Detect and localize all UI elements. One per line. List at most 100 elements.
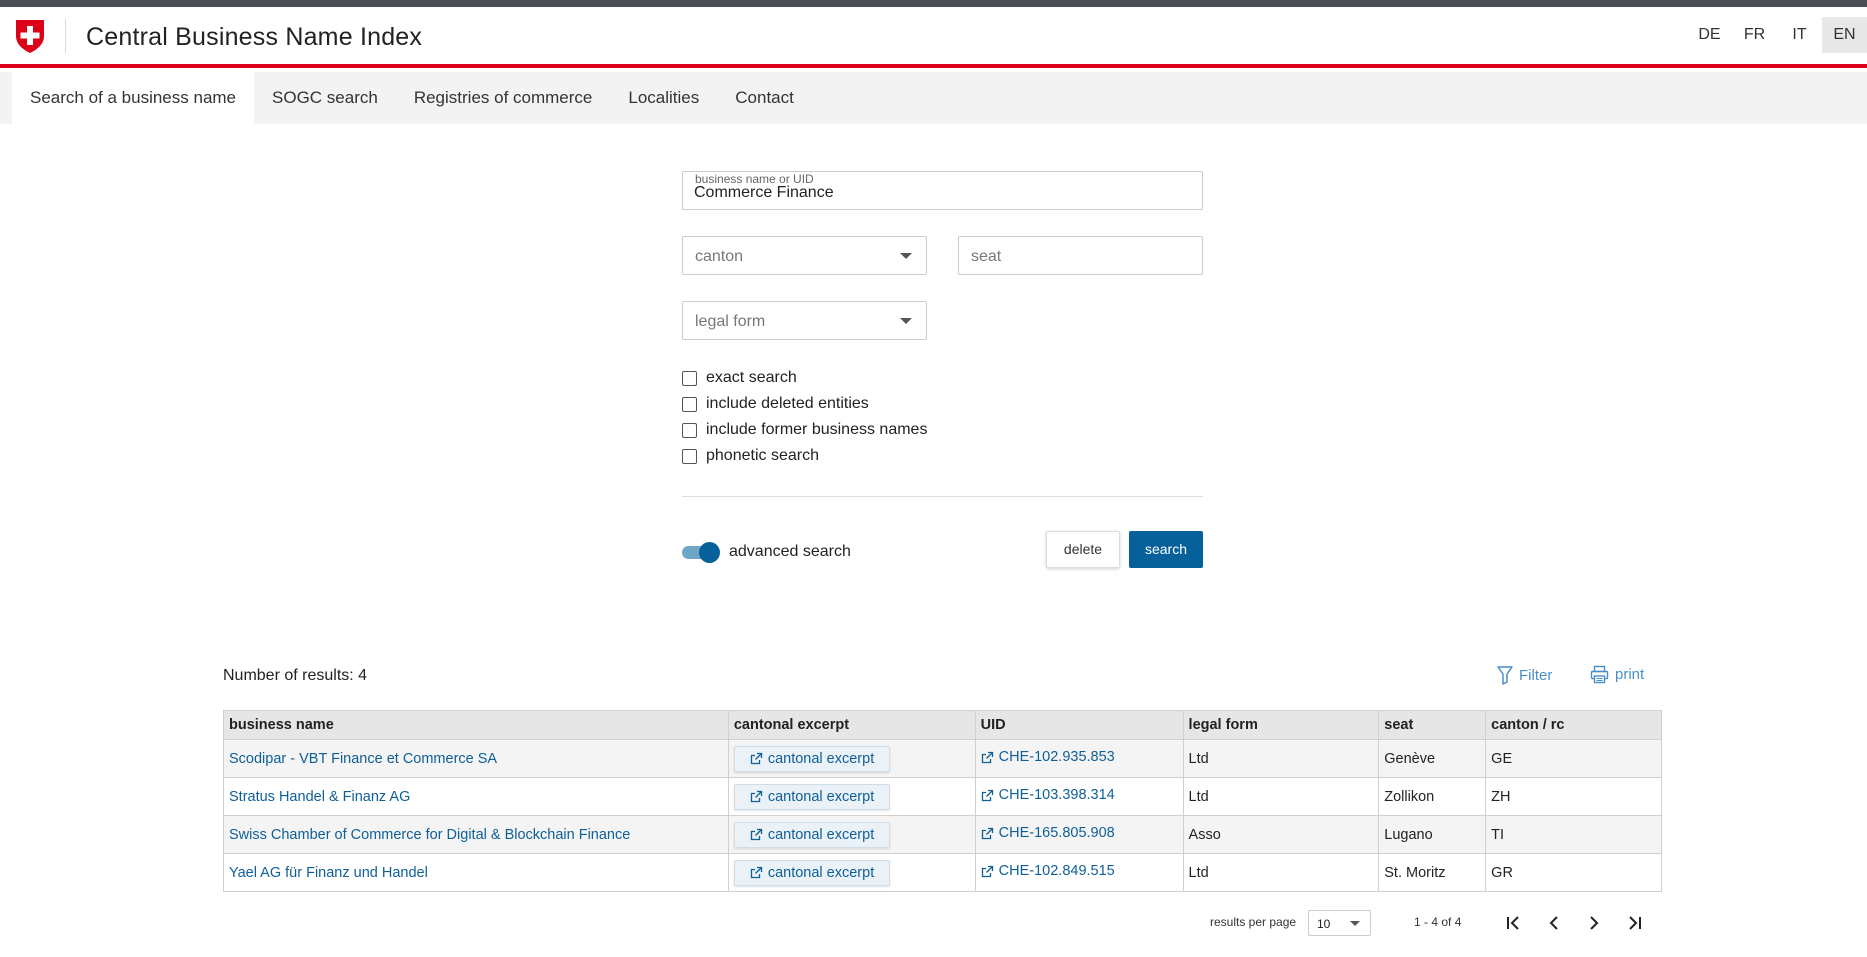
column-header[interactable]: legal form	[1182, 710, 1380, 740]
language-en[interactable]: EN	[1822, 17, 1867, 53]
printer-icon	[1590, 665, 1609, 684]
table-header-row: business name cantonal excerpt UID legal fo…	[223, 710, 1662, 740]
main-nav: Search of a business name SOGC search Regi…	[0, 72, 1867, 124]
cell-canton: GE	[1485, 739, 1662, 778]
business-name-field[interactable]: business name or UID	[682, 171, 1203, 210]
column-header[interactable]: seat	[1378, 710, 1487, 740]
cantonal-excerpt-button[interactable]: cantonal excerpt	[733, 745, 891, 772]
last-page-button[interactable]	[1621, 910, 1647, 936]
result-count: Number of results: 4	[223, 667, 368, 684]
cell-uid: CHE-165.805.908	[974, 815, 1184, 854]
results-per-page-label: results per page	[1210, 915, 1297, 929]
advanced-search-toggle[interactable]: advanced search	[682, 542, 851, 563]
checkbox[interactable]	[682, 396, 697, 412]
uid-link[interactable]: CHE-103.398.314	[981, 787, 1115, 803]
option-include-deleted-entities[interactable]: include deleted entities	[682, 391, 927, 417]
first-page-icon	[1507, 916, 1519, 930]
first-page-button[interactable]	[1501, 910, 1527, 936]
table-row: Scodipar - VBT Finance et Commerce SA can…	[223, 739, 1662, 778]
cantonal-excerpt-label: cantonal excerpt	[767, 864, 875, 881]
cell-cantonal-excerpt: cantonal excerpt	[727, 853, 976, 892]
nav-item-localities[interactable]: Localities	[610, 72, 717, 124]
external-link-icon	[981, 751, 993, 763]
business-name-link[interactable]: Yael AG für Finanz und Handel	[229, 865, 428, 881]
column-header[interactable]: UID	[974, 710, 1184, 740]
option-exact-search[interactable]: exact search	[682, 365, 927, 391]
uid-link[interactable]: CHE-102.935.853	[981, 749, 1115, 765]
toggle-knob	[699, 542, 720, 563]
business-name-link[interactable]: Scodipar - VBT Finance et Commerce SA	[229, 751, 497, 767]
next-page-button[interactable]	[1581, 910, 1607, 936]
checkbox[interactable]	[682, 370, 697, 386]
cell-cantonal-excerpt: cantonal excerpt	[727, 777, 976, 816]
filter-label: Filter	[1519, 666, 1553, 684]
cell-seat: St. Moritz	[1378, 853, 1487, 892]
chevron-left-icon	[1549, 916, 1558, 930]
cell-seat: Genève	[1378, 739, 1487, 778]
checkbox-label: phonetic search	[706, 447, 819, 464]
checkbox-label: exact search	[706, 369, 797, 386]
search-button[interactable]: search	[1129, 531, 1203, 568]
uid-link[interactable]: CHE-102.849.515	[981, 863, 1115, 879]
external-link-icon	[981, 789, 993, 801]
business-name-link[interactable]: Swiss Chamber of Commerce for Digital & …	[229, 827, 630, 843]
chevron-down-icon	[900, 253, 912, 259]
cantonal-excerpt-label: cantonal excerpt	[767, 750, 875, 767]
business-name-input[interactable]	[694, 184, 1174, 202]
page-range: 1 - 4 of 4	[1414, 915, 1462, 929]
checkbox-label: include former business names	[706, 421, 928, 438]
cell-seat: Zollikon	[1378, 777, 1487, 816]
cantonal-excerpt-button[interactable]: cantonal excerpt	[733, 783, 891, 810]
external-link-icon	[981, 865, 993, 877]
swiss-cross-shield-icon[interactable]	[14, 18, 46, 54]
column-header[interactable]: business name	[223, 710, 729, 740]
checkbox[interactable]	[682, 422, 697, 438]
nav-item-sogc-search[interactable]: SOGC search	[254, 72, 396, 124]
option-phonetic-search[interactable]: phonetic search	[682, 443, 927, 469]
business-name-link[interactable]: Stratus Handel & Finanz AG	[229, 789, 410, 805]
app-title[interactable]: Central Business Name Index	[86, 23, 422, 52]
column-header[interactable]: cantonal excerpt	[727, 710, 976, 740]
cell-canton: TI	[1485, 815, 1662, 854]
seat-input[interactable]: seat	[958, 236, 1203, 275]
option-include-former-business-names[interactable]: include former business names	[682, 417, 927, 443]
advanced-search-label: advanced search	[729, 543, 851, 560]
previous-page-button[interactable]	[1541, 910, 1567, 936]
cantonal-excerpt-label: cantonal excerpt	[767, 826, 875, 843]
uid-value: CHE-102.935.853	[998, 749, 1115, 766]
toggle-switch[interactable]	[682, 542, 720, 563]
delete-button[interactable]: delete	[1046, 531, 1120, 568]
cantonal-excerpt-button[interactable]: cantonal excerpt	[733, 859, 891, 886]
language-switcher: DE FR IT EN	[1687, 17, 1867, 53]
last-page-icon	[1629, 916, 1641, 930]
table-row: Stratus Handel & Finanz AG cantonal excer…	[223, 777, 1662, 816]
canton-placeholder: canton	[695, 248, 744, 265]
uid-value: CHE-102.849.515	[998, 863, 1115, 880]
uid-link[interactable]: CHE-165.805.908	[981, 825, 1115, 841]
column-header[interactable]: canton / rc	[1485, 710, 1662, 740]
uid-value: CHE-165.805.908	[998, 825, 1115, 842]
print-button[interactable]: print	[1590, 665, 1644, 684]
cantonal-excerpt-button[interactable]: cantonal excerpt	[733, 821, 891, 848]
seat-placeholder: seat	[971, 248, 1002, 265]
cell-legal-form: Ltd	[1182, 739, 1380, 778]
cell-legal-form: Ltd	[1182, 777, 1380, 816]
canton-select[interactable]: canton	[682, 236, 927, 275]
nav-item-contact[interactable]: Contact	[717, 72, 812, 124]
results-per-page-select[interactable]: 10	[1308, 910, 1371, 936]
filter-icon	[1497, 666, 1513, 685]
language-it[interactable]: IT	[1777, 17, 1822, 53]
filter-button[interactable]: Filter	[1497, 665, 1552, 685]
nav-item-registries-of-commerce[interactable]: Registries of commerce	[396, 72, 611, 124]
external-link-icon	[750, 790, 762, 803]
search-options: exact search include deleted entities incl…	[682, 365, 927, 469]
table-row: Yael AG für Finanz und Handel cantonal ex…	[223, 853, 1662, 892]
language-de[interactable]: DE	[1687, 17, 1732, 53]
cell-business-name: Swiss Chamber of Commerce for Digital & …	[223, 815, 729, 854]
legal-form-select[interactable]: legal form	[682, 301, 927, 340]
nav-item-search-of-a-business-name[interactable]: Search of a business name	[12, 72, 255, 124]
cell-business-name: Stratus Handel & Finanz AG	[223, 777, 729, 816]
checkbox[interactable]	[682, 448, 697, 464]
language-fr[interactable]: FR	[1732, 17, 1777, 53]
external-link-icon	[981, 827, 993, 839]
